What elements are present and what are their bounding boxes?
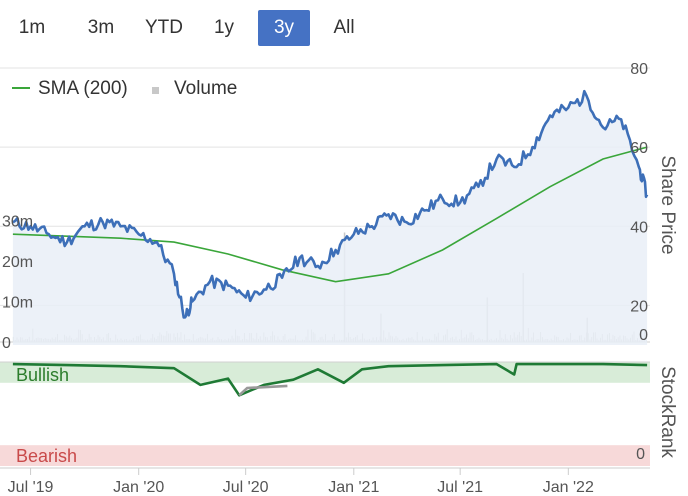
x-tick-label: Jul '20 — [223, 479, 269, 496]
x-tick-label: Jul '21 — [437, 479, 483, 496]
volume-tick-label: 30m — [2, 213, 33, 230]
legend: SMA (200) Volume — [12, 78, 237, 99]
volume-right-tick: 0 — [639, 327, 648, 344]
y-tick-label: 20 — [630, 298, 648, 315]
y-tick-label: 80 — [630, 61, 648, 78]
price-area — [12, 89, 649, 345]
volume-tick-label: 20m — [2, 254, 33, 271]
stockrank-tick-label: 0 — [636, 446, 645, 463]
stockrank-neutral-segment — [238, 384, 288, 397]
x-tick-label: Jul '19 — [8, 479, 54, 496]
volume-tick-label: 10m — [2, 294, 33, 311]
price-chart: Bullish Bearish Jul '19 Jan '20 Jul '20 Jan … — [0, 61, 678, 496]
y-tick-label: 60 — [630, 140, 648, 157]
legend-volume-swatch — [152, 87, 159, 94]
bearish-label: Bearish — [16, 446, 77, 466]
price-area-fill — [12, 91, 648, 345]
price-axis-title: Share Price — [657, 155, 678, 254]
stockrank-panel: Bullish Bearish — [0, 361, 650, 466]
y-tick-label: 40 — [630, 219, 648, 236]
x-tick-label: Jan '22 — [543, 479, 594, 496]
x-tick-label: Jan '21 — [328, 479, 379, 496]
bullish-label: Bullish — [16, 365, 69, 385]
volume-tick-label: 0 — [2, 335, 11, 352]
legend-sma-label: SMA (200) — [38, 78, 128, 99]
bearish-band — [0, 445, 650, 466]
stockrank-axis-title: StockRank — [657, 366, 678, 458]
x-tick-label: Jan '20 — [113, 479, 164, 496]
legend-volume-label: Volume — [174, 78, 237, 99]
